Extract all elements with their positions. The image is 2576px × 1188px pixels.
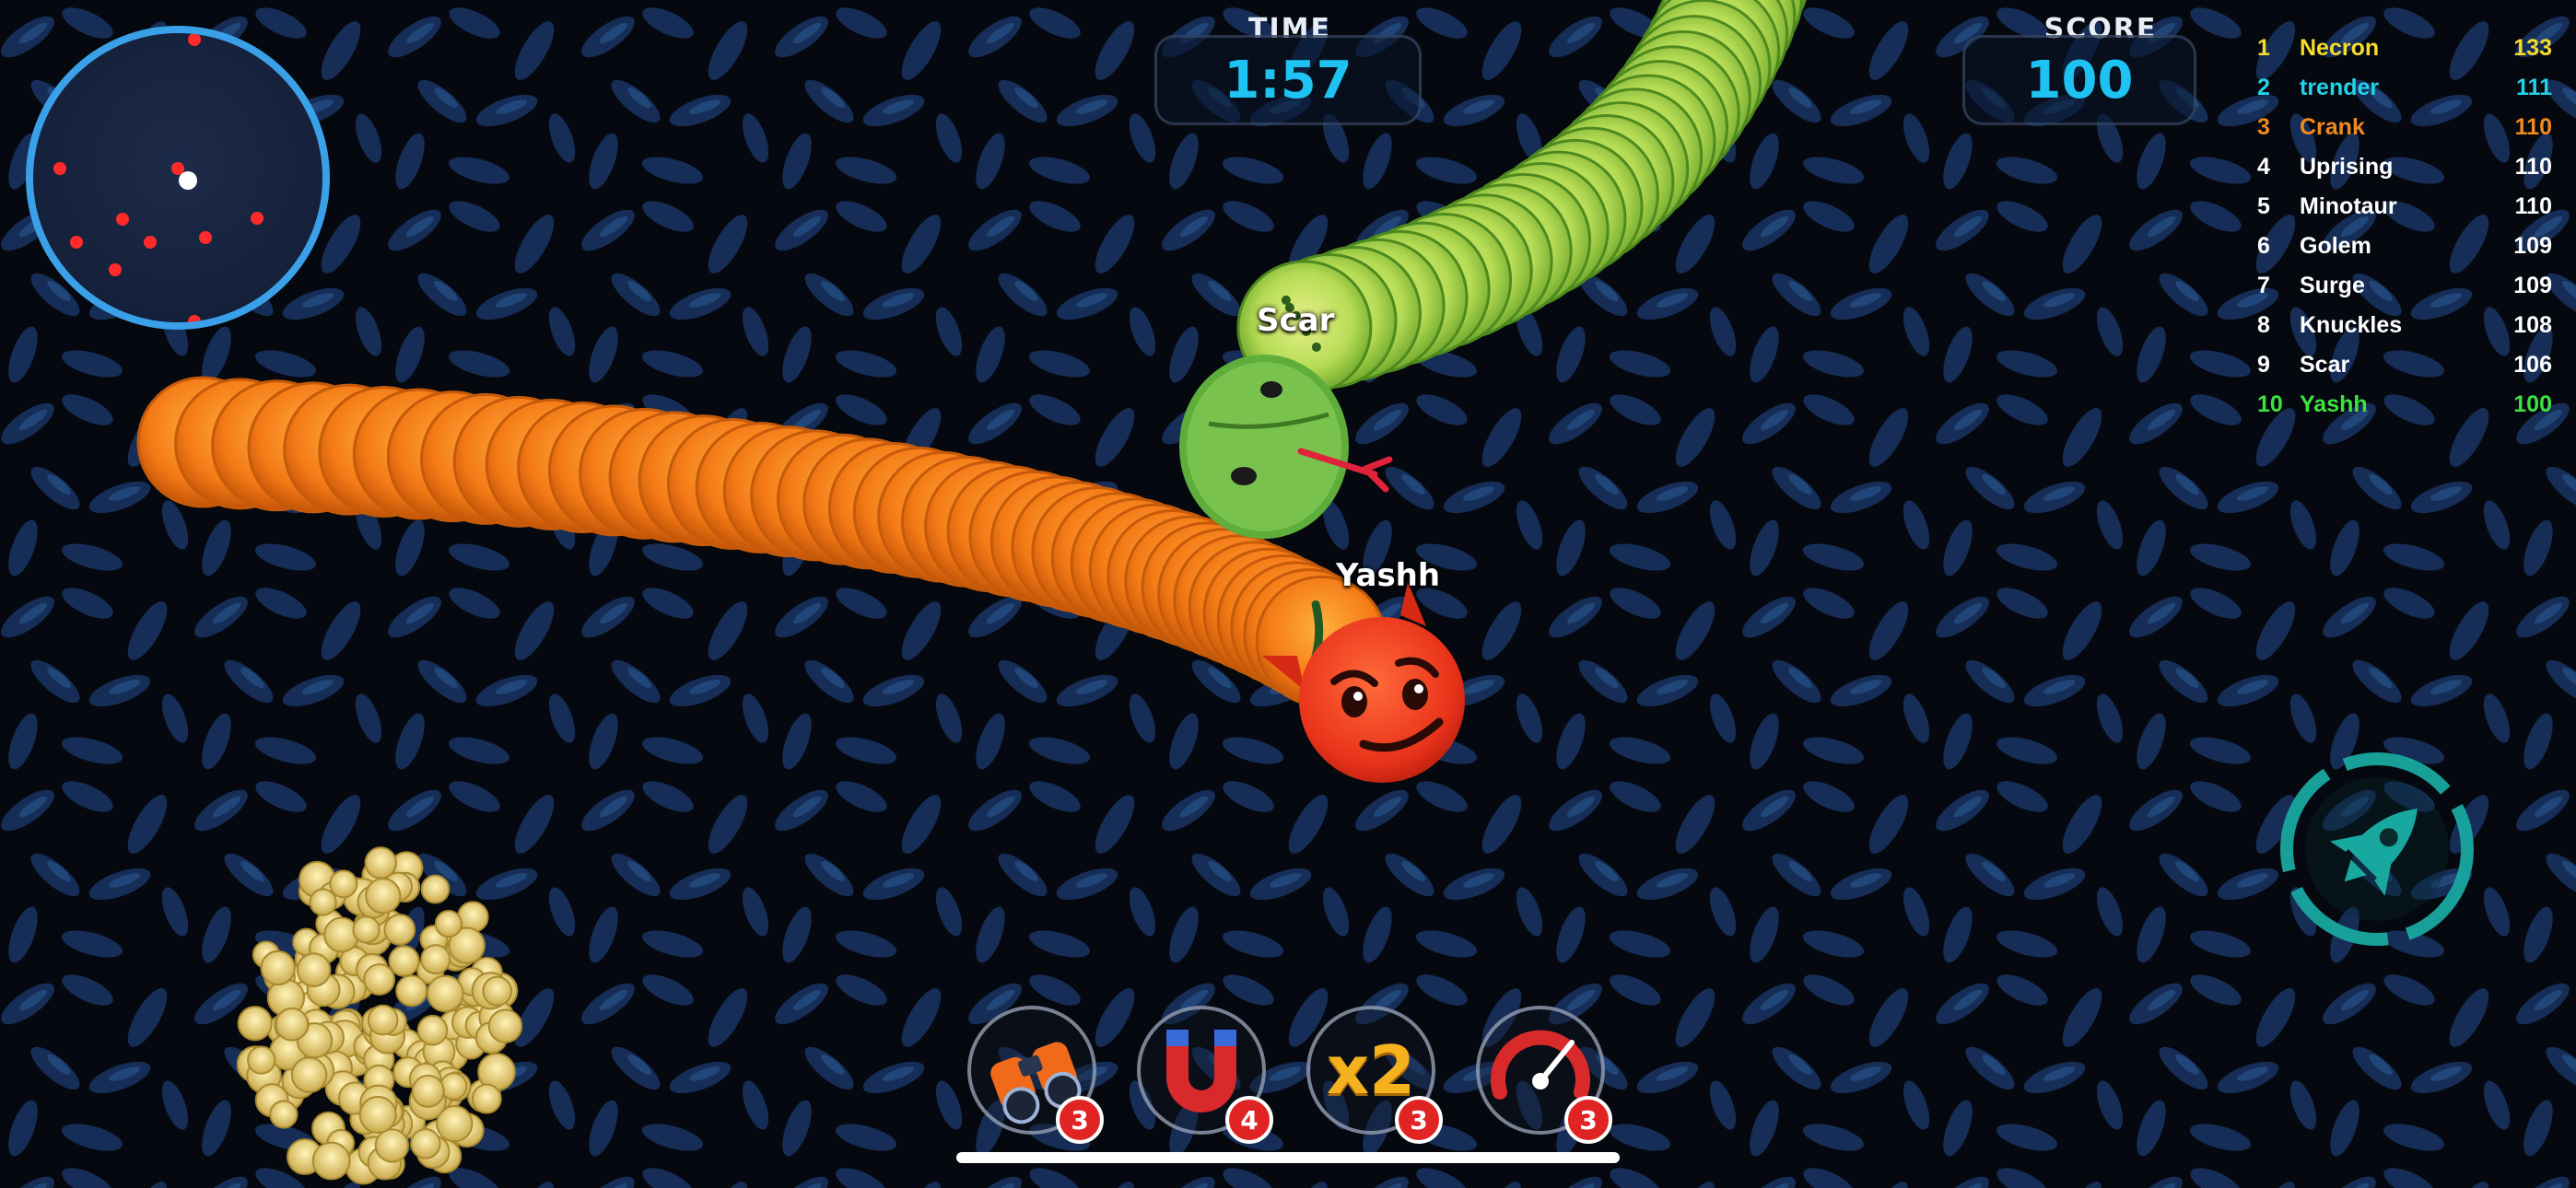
- leaderboard-rank: 3: [2257, 114, 2270, 140]
- leaderboard-row: 2 trender 111: [2248, 71, 2552, 111]
- leaderboard-row: 10 Yashh 100: [2248, 388, 2552, 427]
- leaderboard-name: Knuckles: [2300, 312, 2403, 338]
- home-indicator[interactable]: [956, 1152, 1620, 1163]
- leaderboard-row: 1 Necron 133: [2248, 31, 2552, 71]
- minimap-enemy-marker: [188, 315, 201, 322]
- x2-count: 3: [1395, 1096, 1443, 1144]
- leaderboard-row: 3 Crank 110: [2248, 111, 2552, 150]
- leaderboard-row: 9 Scar 106: [2248, 348, 2552, 388]
- minimap-enemy-marker: [53, 162, 66, 175]
- leaderboard-name: Necron: [2300, 35, 2380, 61]
- leaderboard-rank: 4: [2257, 154, 2270, 180]
- score-display: 100: [1962, 35, 2196, 125]
- time-value: 1:57: [1224, 50, 1352, 111]
- minimap-enemy-marker: [70, 236, 83, 249]
- leaderboard-score: 111: [2516, 75, 2552, 100]
- powerup-speedometer[interactable]: 3: [1476, 1006, 1612, 1144]
- leaderboard-name: Surge: [2300, 273, 2365, 298]
- leaderboard-rank: 5: [2257, 193, 2270, 219]
- boost-button[interactable]: [2276, 748, 2478, 950]
- leaderboard-row: 7 Surge 109: [2248, 269, 2552, 309]
- minimap-enemy-marker: [199, 231, 212, 244]
- leaderboard-name: trender: [2300, 75, 2380, 100]
- leaderboard-rank: 10: [2257, 391, 2283, 417]
- leaderboard-row: 5 Minotaur 110: [2248, 190, 2552, 229]
- leaderboard-score: 109: [2513, 273, 2552, 298]
- leaderboard: 1 Necron 133 2 trender 111 3 Crank 110 4 Uprising 1…: [2248, 31, 2552, 427]
- speedometer-count: 3: [1564, 1096, 1612, 1144]
- binoculars-count: 3: [1056, 1096, 1104, 1144]
- score-value: 100: [2025, 50, 2134, 111]
- leaderboard-name: Uprising: [2300, 154, 2394, 180]
- leaderboard-rank: 9: [2257, 352, 2270, 378]
- enemy-snake-name: Scar: [1257, 302, 1335, 339]
- minimap-enemy-marker: [188, 33, 201, 46]
- leaderboard-rank: 8: [2257, 312, 2270, 338]
- leaderboard-name: Golem: [2300, 233, 2371, 259]
- leaderboard-name: Minotaur: [2300, 193, 2397, 219]
- powerup-x2[interactable]: x2 3: [1306, 1006, 1443, 1144]
- rocket-icon: [2280, 752, 2474, 946]
- leaderboard-name: Scar: [2300, 352, 2350, 378]
- minimap-enemy-marker: [171, 162, 184, 175]
- minimap-self-marker: [179, 171, 197, 190]
- magnet-count: 4: [1225, 1096, 1273, 1144]
- leaderboard-rank: 7: [2257, 273, 2270, 298]
- leaderboard-rank: 6: [2257, 233, 2270, 259]
- leaderboard-score: 110: [2514, 154, 2552, 180]
- leaderboard-score: 109: [2513, 233, 2552, 259]
- minimap-enemy-marker: [116, 213, 129, 226]
- leaderboard-score: 133: [2513, 35, 2552, 61]
- minimap: [26, 26, 330, 330]
- leaderboard-score: 100: [2513, 391, 2552, 417]
- time-display: 1:57: [1154, 35, 1422, 125]
- leaderboard-score: 106: [2513, 352, 2552, 378]
- minimap-enemy-marker: [251, 212, 263, 225]
- leaderboard-score: 110: [2514, 193, 2552, 219]
- minimap-enemy-marker: [144, 236, 157, 249]
- leaderboard-rank: 1: [2257, 35, 2270, 61]
- leaderboard-name: Yashh: [2300, 391, 2368, 417]
- minimap-enemy-marker: [109, 263, 122, 276]
- leaderboard-row: 8 Knuckles 108: [2248, 309, 2552, 348]
- leaderboard-rank: 2: [2257, 75, 2270, 100]
- leaderboard-row: 4 Uprising 110: [2248, 150, 2552, 190]
- self-snake-name: Yashh: [1336, 557, 1441, 594]
- leaderboard-score: 108: [2513, 312, 2552, 338]
- leaderboard-name: Crank: [2300, 114, 2365, 140]
- play-field: [0, 0, 2576, 1188]
- powerup-magnet[interactable]: 4: [1137, 1006, 1273, 1144]
- leaderboard-row: 6 Golem 109: [2248, 229, 2552, 269]
- powerup-binoculars[interactable]: 3: [967, 1006, 1104, 1144]
- leaderboard-score: 110: [2514, 114, 2552, 140]
